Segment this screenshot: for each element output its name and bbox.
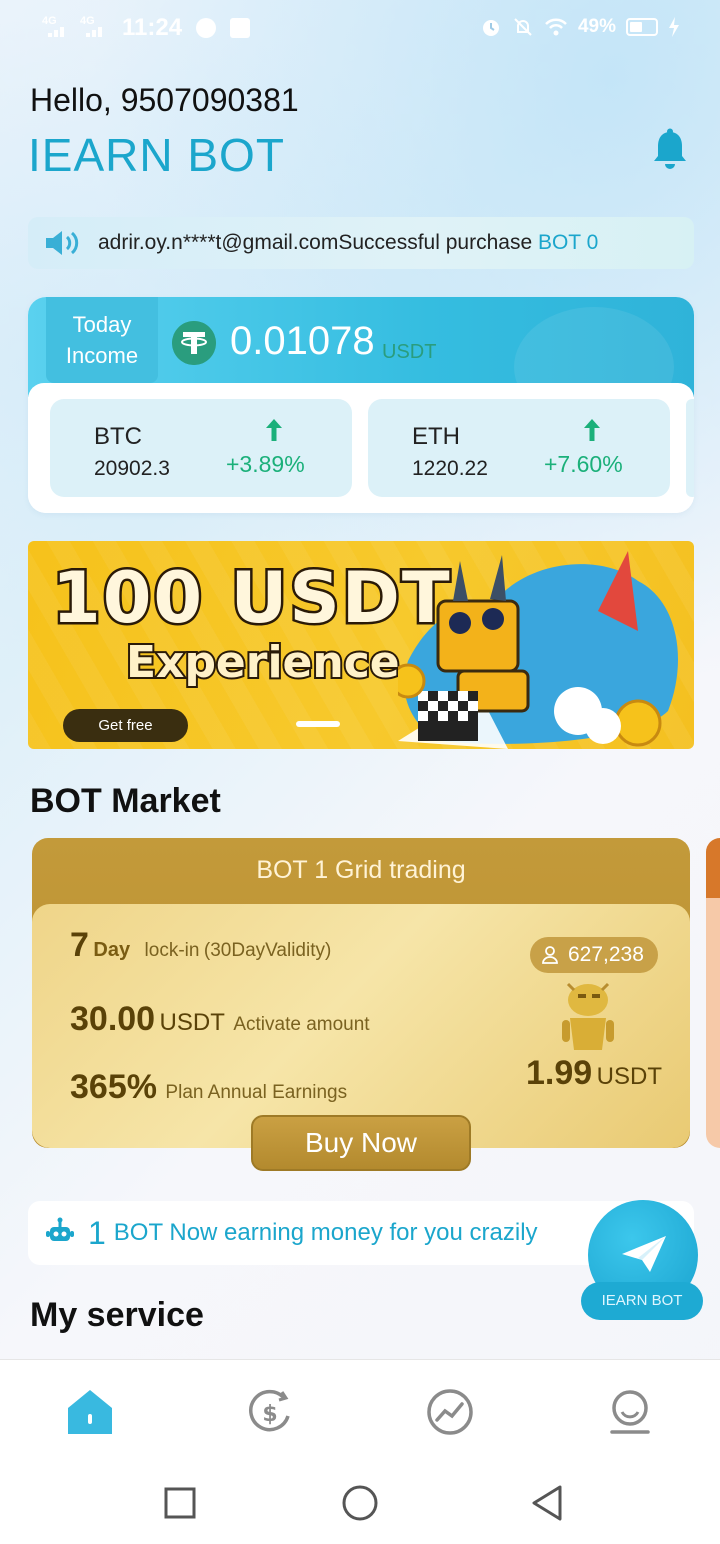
- income-card: Today Income 0.01078 USDT BTC 20902.3 +3…: [28, 297, 694, 513]
- market-tab-icon[interactable]: [424, 1386, 476, 1438]
- back-icon[interactable]: [528, 1483, 568, 1523]
- svg-text:$: $: [262, 1402, 277, 1427]
- robot-illustration: [398, 551, 678, 749]
- announcement-text: adrir.oy.n****t@gmail.comSuccessful purc…: [98, 231, 599, 254]
- bot-market-title: BOT Market: [30, 782, 221, 820]
- mute-icon: [514, 18, 532, 36]
- arrow-up-icon: [266, 419, 282, 441]
- speaker-icon: [46, 231, 79, 255]
- signal-icon: 4G: [42, 15, 72, 41]
- get-free-button[interactable]: Get free: [63, 709, 188, 742]
- my-service-title: My service: [30, 1296, 204, 1334]
- bot-card[interactable]: BOT 1 Grid trading 7 Day lock-in (30DayV…: [32, 838, 690, 1148]
- carousel-indicator: [296, 721, 340, 727]
- gold-robot-icon: [562, 982, 614, 1050]
- announcement-bar[interactable]: adrir.oy.n****t@gmail.comSuccessful purc…: [28, 217, 694, 269]
- income-amount: 0.01078: [230, 319, 375, 363]
- bottom-tab-bar: $: [0, 1359, 720, 1459]
- system-navigation-bar: [0, 1459, 720, 1544]
- robot-icon: [46, 1217, 74, 1241]
- bot-price: 1.99: [526, 1054, 593, 1092]
- banner-title: 100 USDT: [50, 555, 453, 642]
- running-bot-count: 1: [88, 1214, 106, 1251]
- next-bot-card-peek[interactable]: [706, 838, 720, 1148]
- wifi-icon: [545, 18, 567, 36]
- btc-ticker[interactable]: BTC 20902.3 +3.89%: [50, 399, 352, 497]
- clock: 11:24: [122, 14, 183, 41]
- bot-card-header: BOT 1 Grid trading: [256, 856, 466, 884]
- banner-subtitle: Experience: [124, 635, 402, 690]
- arrow-up-icon: [584, 419, 600, 441]
- promo-banner[interactable]: 100 USDT Experience Get free: [28, 541, 694, 749]
- messenger-icon: [196, 18, 217, 38]
- battery-percent: 49%: [577, 16, 616, 37]
- user-count-badge: 627,238: [530, 937, 658, 973]
- home-button-icon[interactable]: [340, 1483, 380, 1523]
- user-icon: [542, 946, 558, 964]
- message-icon: [230, 18, 251, 38]
- battery-icon: [626, 18, 658, 36]
- annual-earnings: 365%: [70, 1068, 157, 1106]
- recents-icon[interactable]: [160, 1483, 200, 1523]
- brand-title: IEARN BOT: [28, 129, 285, 181]
- buy-now-button[interactable]: Buy Now: [251, 1115, 471, 1171]
- home-tab-icon[interactable]: [64, 1386, 116, 1438]
- profile-tab-icon[interactable]: [604, 1386, 656, 1438]
- activate-amount: 30.00: [70, 1000, 156, 1038]
- income-unit: USDT: [382, 341, 437, 363]
- tether-icon: [172, 321, 216, 365]
- alarm-icon: [482, 20, 499, 36]
- bell-icon[interactable]: [650, 128, 690, 170]
- today-income-label: Today Income: [46, 297, 158, 383]
- validity-text: (30DayValidity): [203, 940, 332, 961]
- lockin-days: 7: [70, 926, 89, 964]
- status-bar: 4G 4G 11:24 49%: [0, 0, 720, 56]
- finance-tab-icon[interactable]: $: [244, 1386, 296, 1438]
- earning-text: BOT Now earning money for you crazily: [113, 1219, 538, 1246]
- greeting-text: Hello, 9507090381: [30, 82, 299, 118]
- charging-icon: [669, 17, 679, 37]
- signal-icon: 4G: [80, 15, 110, 41]
- eth-ticker[interactable]: ETH 1220.22 +7.60%: [368, 399, 670, 497]
- fab-label[interactable]: IEARN BOT: [581, 1282, 703, 1320]
